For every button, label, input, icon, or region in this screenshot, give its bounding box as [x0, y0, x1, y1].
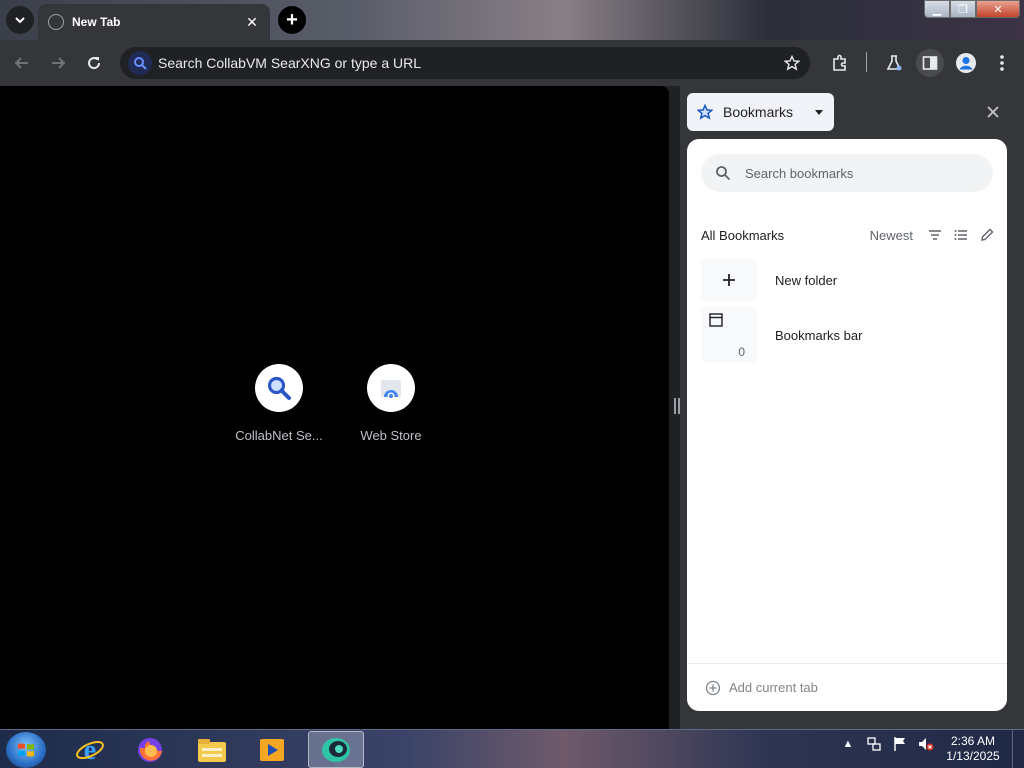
omnibox-placeholder: Search CollabVM SearXNG or type a URL [158, 55, 421, 71]
caret-down-icon [815, 110, 823, 115]
avatar-icon [956, 53, 976, 73]
puzzle-icon [833, 54, 846, 71]
toolbar: Search CollabVM SearXNG or type a URL [0, 40, 1024, 86]
file-explorer-icon [198, 738, 226, 762]
shortcut-web-store[interactable]: Web Store [346, 364, 436, 443]
search-icon [716, 166, 731, 181]
minimize-button[interactable]: ▁ [924, 0, 950, 18]
shortcut-label: Web Store [360, 428, 422, 443]
maximize-button[interactable]: ❐ [950, 0, 976, 18]
taskbar: e ▲ 2:36 AM 1/13/2025 [0, 729, 1024, 768]
firefox-icon [138, 737, 162, 762]
side-panel-selector-label: Bookmarks [723, 104, 794, 120]
taskbar-chrome[interactable] [308, 731, 364, 768]
reload-button[interactable] [82, 51, 106, 75]
bookmarks-search-input[interactable] [745, 165, 965, 181]
shortcut-label: CollabNet Se... [235, 428, 323, 443]
windows-logo-icon [18, 743, 34, 757]
bookmarks-header: All Bookmarks Newest [701, 225, 997, 245]
list-item-new-folder[interactable]: New folder [701, 259, 997, 301]
sort-label[interactable]: Newest [870, 228, 913, 243]
taskbar-internet-explorer[interactable]: e [62, 731, 118, 768]
forward-button[interactable] [46, 51, 70, 75]
web-store-icon [381, 380, 401, 399]
close-window-button[interactable]: ✕ [976, 0, 1020, 18]
close-icon[interactable]: ✕ [244, 14, 260, 30]
edit-pencil-icon[interactable] [977, 225, 997, 245]
bookmarks-star-icon [697, 104, 713, 120]
new-tab-button[interactable]: + [278, 6, 306, 34]
globe-icon [48, 14, 64, 30]
network-icon[interactable] [866, 736, 882, 752]
toolbar-separator [866, 52, 867, 72]
taskbar-media-player[interactable] [244, 731, 300, 768]
search-icon [267, 376, 291, 400]
svg-text:e: e [84, 735, 96, 765]
internet-explorer-icon: e [76, 735, 104, 765]
taskbar-file-explorer[interactable] [184, 731, 240, 768]
tab-title: New Tab [72, 15, 121, 29]
side-panel-icon [922, 56, 938, 70]
tab-search-button[interactable] [6, 6, 34, 34]
clock-time: 2:36 AM [950, 734, 996, 748]
sort-icon[interactable] [925, 225, 945, 245]
media-player-icon [260, 738, 284, 761]
close-icon [987, 106, 999, 118]
more-vertical-icon [1000, 55, 1004, 71]
bookmark-star-icon[interactable] [782, 53, 802, 73]
footer-label: Add current tab [729, 680, 818, 695]
shortcut-collabnet[interactable]: CollabNet Se... [234, 364, 324, 443]
folder-icon: 0 [701, 307, 757, 363]
taskbar-firefox[interactable] [122, 731, 178, 768]
chevron-up-icon[interactable]: ▲ [840, 736, 856, 752]
arrow-left-icon [14, 57, 28, 69]
tab-new-tab[interactable]: New Tab ✕ [38, 4, 270, 40]
list-view-icon[interactable] [951, 225, 971, 245]
search-engine-icon [128, 51, 152, 75]
flag-icon[interactable] [892, 736, 908, 752]
chrome-icon [322, 737, 350, 762]
list-item-label: Bookmarks bar [775, 327, 863, 343]
folder-count: 0 [738, 345, 745, 359]
extensions-button[interactable] [828, 51, 852, 75]
flask-icon [886, 55, 902, 71]
list-item-label: New folder [775, 272, 838, 288]
speaker-muted-icon[interactable] [918, 736, 934, 752]
add-circle-icon [705, 680, 721, 695]
omnibox[interactable]: Search CollabVM SearXNG or type a URL [120, 47, 810, 79]
side-panel-selector[interactable]: Bookmarks [687, 93, 834, 131]
start-button[interactable] [6, 732, 46, 768]
bookmarks-search[interactable] [701, 154, 993, 192]
side-panel-close-button[interactable] [984, 103, 1002, 121]
window-controls: ▁ ❐ ✕ [924, 0, 1020, 18]
system-tray: ▲ [840, 736, 934, 752]
add-current-tab-button[interactable]: Add current tab [687, 663, 1007, 711]
labs-button[interactable] [882, 51, 906, 75]
bookmarks-card: All Bookmarks Newest New folder 0 Bookma… [687, 139, 1007, 711]
clock[interactable]: 2:36 AM 1/13/2025 [938, 734, 1008, 764]
section-title: All Bookmarks [701, 227, 785, 243]
clock-date: 1/13/2025 [946, 749, 1000, 763]
list-item-bookmarks-bar[interactable]: 0 Bookmarks bar [701, 307, 997, 363]
shortcut-icon-wrapper [367, 364, 415, 412]
tab-strip: New Tab ✕ + ▁ ❐ ✕ [0, 0, 1024, 40]
shortcut-icon-wrapper [255, 364, 303, 412]
profile-button[interactable] [954, 51, 978, 75]
show-desktop-button[interactable] [1012, 730, 1024, 768]
back-button[interactable] [10, 51, 34, 75]
chevron-down-icon [15, 17, 25, 24]
plus-icon [701, 259, 757, 301]
menu-button[interactable] [990, 51, 1014, 75]
reload-icon [88, 57, 101, 70]
side-panel-button[interactable] [916, 49, 944, 77]
new-tab-page: CollabNet Se... Web Store [0, 86, 669, 729]
arrow-right-icon [52, 57, 66, 69]
